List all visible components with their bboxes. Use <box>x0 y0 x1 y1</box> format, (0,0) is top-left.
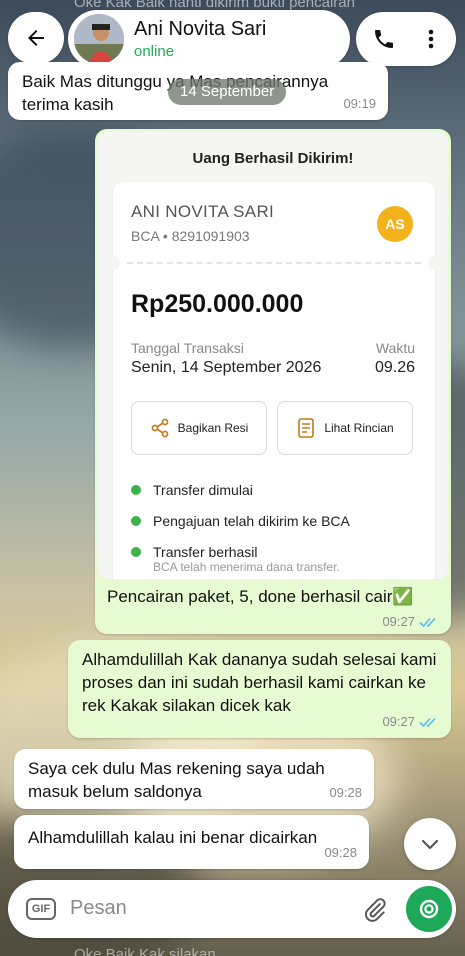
more-options-button[interactable] <box>416 24 446 54</box>
recipient-bank-account: BCA • 8291091903 <box>131 228 250 244</box>
message-text: Saya cek dulu Mas rekening saya udah mas… <box>28 759 325 801</box>
view-details-button: Lihat Rincian <box>277 401 413 455</box>
message-composer: GIF Pesan <box>8 880 456 938</box>
phone-icon <box>375 30 393 48</box>
message-time: 09:28 <box>329 785 362 800</box>
status-step: Transfer dimulai <box>131 482 253 498</box>
receipt-card: ANI NOVITA SARI BCA • 8291091903 AS Rp25… <box>106 182 442 579</box>
check-icon <box>131 547 141 557</box>
transfer-amount: Rp250.000.000 <box>131 290 304 318</box>
message-outgoing-image[interactable]: Uang Berhasil Dikirim! ANI NOVITA SARI B… <box>95 129 451 634</box>
recipient-initials-avatar: AS <box>377 206 413 242</box>
message-text: Alhamdulillah kalau ini benar dicairkan <box>28 828 318 847</box>
recipient-name: ANI NOVITA SARI <box>131 202 275 221</box>
more-vertical-icon <box>428 29 434 49</box>
divider <box>127 262 421 264</box>
contact-name: Ani Novita Sari <box>134 18 267 40</box>
chevron-down-icon <box>421 839 439 850</box>
date-label: Tanggal Transaksi <box>131 340 244 356</box>
avatar[interactable] <box>74 14 124 64</box>
contact-status: online <box>134 43 175 60</box>
contact-info[interactable]: Ani Novita Sari online <box>68 10 350 68</box>
message-text: Alhamdulillah Kak dananya sudah selesai … <box>82 650 437 715</box>
camera-button[interactable] <box>406 886 452 932</box>
paperclip-icon <box>365 898 386 922</box>
share-icon <box>151 418 169 438</box>
attach-button[interactable] <box>360 895 390 925</box>
share-receipt-label: Bagikan Resi <box>177 421 249 435</box>
status-step: Transfer berhasil <box>131 544 258 560</box>
double-check-icon <box>419 617 436 627</box>
message-time: 09:27 <box>382 710 439 733</box>
next-message-ghost: Oke Baik Kak silakan <box>74 946 216 956</box>
time-label: Waktu <box>375 340 415 356</box>
message-time: 09:28 <box>324 845 357 860</box>
double-check-icon <box>419 717 436 727</box>
message-time: 09:27 <box>382 614 439 629</box>
message-time: 09:19 <box>343 96 376 111</box>
date-value: Senin, 14 September 2026 <box>131 359 322 376</box>
message-input[interactable]: Pesan <box>70 897 127 920</box>
message-incoming[interactable]: Saya cek dulu Mas rekening saya udah mas… <box>14 749 374 809</box>
message-caption: Pencairan paket, 5, done berhasil cair✅ <box>107 587 414 606</box>
status-step: Pengajuan telah dikirim ke BCA <box>131 513 350 529</box>
check-icon <box>131 516 141 526</box>
document-icon <box>298 418 315 438</box>
share-receipt-button: Bagikan Resi <box>131 401 267 455</box>
date-separator: 14 September <box>168 79 287 105</box>
status-step-subtitle: BCA telah menerima dana transfer. <box>153 560 340 574</box>
camera-icon <box>419 899 439 919</box>
time-value: 09.26 <box>374 359 415 376</box>
back-button[interactable] <box>8 12 64 64</box>
gif-icon[interactable]: GIF <box>26 898 56 920</box>
receipt-title: Uang Berhasil Dikirim! <box>192 150 354 167</box>
receipt-image[interactable]: Uang Berhasil Dikirim! ANI NOVITA SARI B… <box>98 132 448 579</box>
message-incoming[interactable]: Alhamdulillah kalau ini benar dicairkan … <box>14 815 369 869</box>
check-icon <box>131 485 141 495</box>
arrow-left-icon <box>28 30 44 46</box>
scroll-to-bottom-button[interactable] <box>404 818 456 870</box>
voice-call-button[interactable] <box>368 24 400 54</box>
view-details-label: Lihat Rincian <box>324 421 394 435</box>
header-actions <box>356 12 456 66</box>
message-outgoing[interactable]: Alhamdulillah Kak dananya sudah selesai … <box>68 640 451 738</box>
